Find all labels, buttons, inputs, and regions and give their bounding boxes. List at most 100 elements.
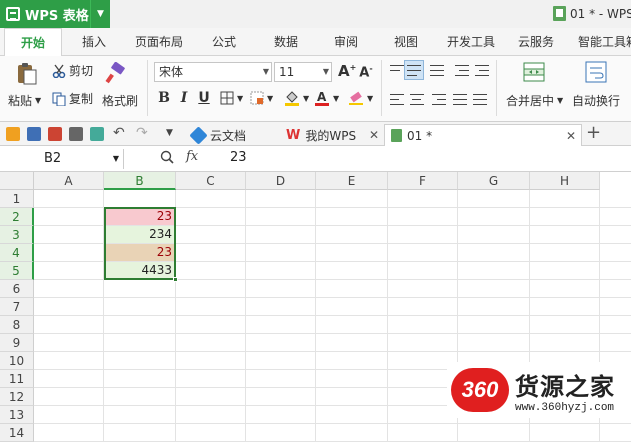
cell[interactable]	[104, 424, 176, 442]
cell[interactable]	[246, 262, 316, 280]
cell[interactable]	[104, 370, 176, 388]
cell[interactable]	[388, 424, 458, 442]
cell[interactable]	[176, 334, 246, 352]
cell[interactable]: 23	[104, 208, 176, 226]
customize-chevron-icon[interactable]: ▼	[166, 128, 173, 138]
row-header-3[interactable]: 3	[0, 226, 34, 244]
distribute-icon[interactable]	[473, 94, 487, 105]
cell[interactable]	[458, 316, 530, 334]
cell[interactable]	[316, 244, 388, 262]
align-center-icon[interactable]	[410, 94, 424, 105]
cell[interactable]	[246, 388, 316, 406]
cell[interactable]	[530, 298, 600, 316]
doc-tab-cloud[interactable]: 云文档	[186, 124, 276, 146]
copy-button[interactable]: 复制	[52, 90, 93, 107]
cell[interactable]	[600, 190, 631, 208]
cell[interactable]	[246, 226, 316, 244]
row-header-14[interactable]: 14	[0, 424, 34, 442]
cell[interactable]	[246, 352, 316, 370]
cell[interactable]: 4433	[104, 262, 176, 280]
cell[interactable]	[458, 334, 530, 352]
increase-font-icon[interactable]: A+	[338, 62, 356, 80]
cell[interactable]	[176, 280, 246, 298]
cell[interactable]	[246, 424, 316, 442]
cell[interactable]	[600, 262, 631, 280]
cell[interactable]	[458, 244, 530, 262]
column-header-a[interactable]: A	[34, 172, 104, 190]
row-header-5[interactable]: 5	[0, 262, 34, 280]
row-header-7[interactable]: 7	[0, 298, 34, 316]
cell[interactable]	[104, 190, 176, 208]
cell[interactable]	[316, 334, 388, 352]
underline-button[interactable]: U	[196, 90, 212, 106]
tab-review[interactable]: 审阅	[322, 28, 370, 56]
close-icon[interactable]: ✕	[369, 128, 379, 142]
cell[interactable]	[176, 190, 246, 208]
cell[interactable]	[176, 208, 246, 226]
cell[interactable]	[316, 226, 388, 244]
cell[interactable]	[104, 280, 176, 298]
tab-insert[interactable]: 插入	[70, 28, 118, 56]
row-header-12[interactable]: 12	[0, 388, 34, 406]
cell[interactable]	[34, 280, 104, 298]
column-header-b[interactable]: B	[104, 172, 176, 190]
cell[interactable]	[104, 388, 176, 406]
row-header-2[interactable]: 2	[0, 208, 34, 226]
cell[interactable]	[246, 244, 316, 262]
cell[interactable]	[530, 316, 600, 334]
cell[interactable]	[530, 244, 600, 262]
cell[interactable]	[246, 334, 316, 352]
cell[interactable]	[34, 298, 104, 316]
cell[interactable]	[388, 298, 458, 316]
cell[interactable]	[600, 424, 631, 442]
cell[interactable]	[530, 334, 600, 352]
name-box[interactable]: B2 ▼	[0, 149, 124, 169]
cell[interactable]	[458, 262, 530, 280]
fill-color-button[interactable]: ▼	[284, 90, 309, 106]
tab-view[interactable]: 视图	[382, 28, 430, 56]
cell[interactable]	[176, 370, 246, 388]
cell[interactable]	[34, 352, 104, 370]
row-header-1[interactable]: 1	[0, 190, 34, 208]
row-header-8[interactable]: 8	[0, 316, 34, 334]
cell[interactable]	[600, 316, 631, 334]
cell[interactable]	[246, 208, 316, 226]
cell[interactable]	[34, 262, 104, 280]
cell[interactable]	[176, 406, 246, 424]
clear-format-button[interactable]: ▼	[348, 90, 373, 106]
tab-developer[interactable]: 开发工具	[440, 28, 502, 56]
cell[interactable]	[316, 370, 388, 388]
cell[interactable]	[316, 424, 388, 442]
paste-label[interactable]: 粘贴 ▼	[8, 92, 41, 109]
cell[interactable]	[246, 406, 316, 424]
cell[interactable]	[388, 262, 458, 280]
cell[interactable]	[104, 334, 176, 352]
cell[interactable]	[104, 406, 176, 424]
print-icon[interactable]	[69, 127, 83, 141]
tab-data[interactable]: 数据	[262, 28, 310, 56]
cell[interactable]	[388, 226, 458, 244]
formula-input[interactable]: 23	[230, 150, 247, 165]
column-header-g[interactable]: G	[458, 172, 530, 190]
fx-icon[interactable]: fx	[186, 149, 198, 164]
cell[interactable]	[530, 208, 600, 226]
cell[interactable]	[34, 226, 104, 244]
cell[interactable]	[34, 388, 104, 406]
format-painter-button[interactable]: 格式刷	[102, 92, 138, 109]
align-left-icon[interactable]	[390, 94, 404, 105]
cell[interactable]	[316, 388, 388, 406]
row-header-6[interactable]: 6	[0, 280, 34, 298]
borders-button[interactable]: ▼	[220, 91, 243, 105]
cell[interactable]	[316, 352, 388, 370]
cell[interactable]	[34, 316, 104, 334]
font-color-button[interactable]: A ▼	[314, 90, 339, 106]
cell[interactable]	[530, 190, 600, 208]
cell[interactable]	[600, 334, 631, 352]
cell[interactable]	[176, 244, 246, 262]
format-painter-icon[interactable]	[104, 62, 128, 86]
cell[interactable]	[104, 352, 176, 370]
tab-home[interactable]: 开始	[4, 28, 62, 57]
column-header-f[interactable]: F	[388, 172, 458, 190]
cell[interactable]	[388, 316, 458, 334]
close-icon[interactable]: ✕	[566, 129, 576, 143]
